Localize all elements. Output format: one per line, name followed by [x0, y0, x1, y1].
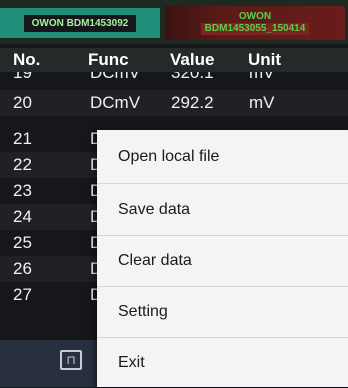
column-header-value: Value	[170, 50, 215, 69]
column-header-unit: Unit	[248, 50, 282, 69]
menu-item-label: Setting	[118, 303, 168, 320]
device-tab-bar: OWON BDM1453092 OWON BDM1453055_150414	[0, 0, 348, 44]
menu-item-open-local-file[interactable]: Open local file	[97, 132, 348, 182]
cell-no: 20	[13, 93, 32, 112]
menu-item-clear-data[interactable]: Clear data	[97, 236, 348, 286]
table-row[interactable]: 20 DCmV 292.2 mV	[0, 90, 348, 116]
cell-no: 23	[13, 181, 32, 200]
cell-func: DCmV	[90, 72, 141, 82]
cell-no: 22	[13, 155, 32, 174]
device-tab-bdm1453092[interactable]: OWON BDM1453092	[0, 8, 160, 38]
cell-unit: mV	[249, 93, 275, 112]
cell-no: 21	[13, 129, 32, 148]
cell-no: 25	[13, 233, 32, 252]
menu-item-setting[interactable]: Setting	[97, 287, 348, 337]
menu-item-exit[interactable]: Exit	[97, 338, 348, 388]
copy-icon[interactable]: ⊓	[60, 350, 82, 370]
cell-no: 26	[13, 259, 32, 278]
cell-value: 320.1	[171, 72, 214, 82]
menu-item-label: Exit	[118, 354, 145, 371]
overflow-menu: Open local file Save data Clear data Set…	[97, 130, 348, 387]
device-tab-bdm1453055[interactable]: OWON BDM1453055_150414	[165, 6, 345, 40]
column-header-no: No.	[13, 50, 41, 69]
menu-item-label: Clear data	[118, 252, 192, 269]
menu-item-label: Open local file	[118, 148, 220, 165]
column-header-func: Func	[88, 50, 129, 69]
cell-no: 24	[13, 207, 32, 226]
device-tab-label: OWON BDM1453092	[23, 14, 137, 32]
cell-no: 19	[13, 72, 32, 82]
cell-unit: mV	[249, 72, 275, 82]
cell-value: 292.2	[171, 93, 214, 112]
cell-func: DCmV	[90, 93, 141, 112]
table-row[interactable]: 19 DCmV 320.1 mV	[0, 72, 348, 88]
device-tab-label: BDM1453055_150414	[200, 23, 310, 35]
device-tab-brand: OWON	[238, 11, 272, 22]
menu-divider	[97, 183, 348, 184]
menu-item-label: Save data	[118, 201, 191, 218]
cell-no: 27	[13, 285, 32, 304]
menu-item-save-data[interactable]: Save data	[97, 185, 348, 235]
table-header: No. Func Value Unit	[0, 48, 348, 72]
